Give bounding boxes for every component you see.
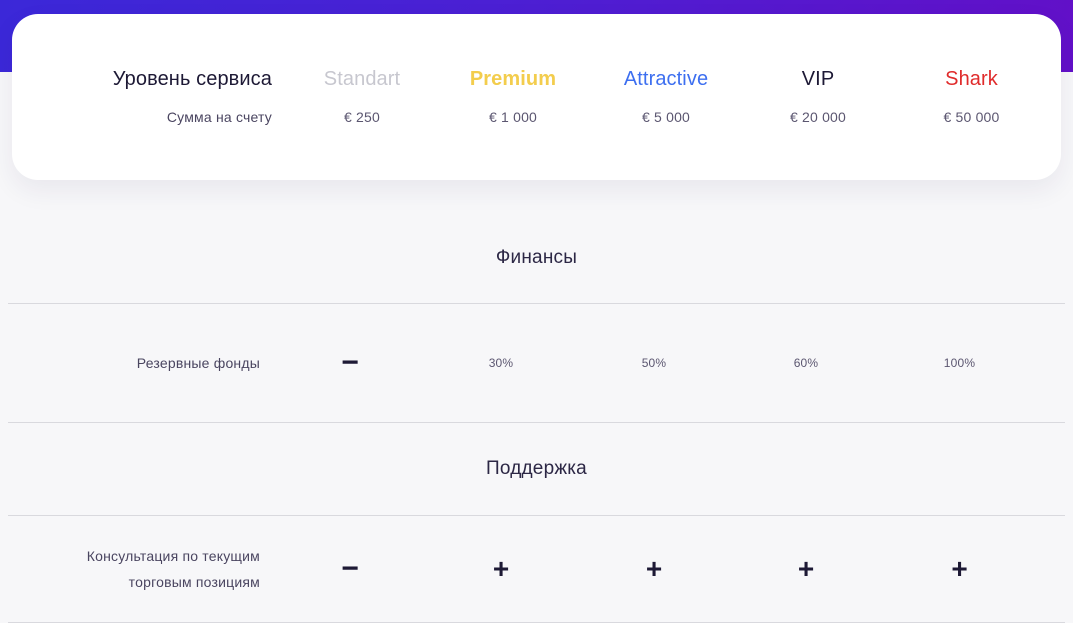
section-title-finance: Финансы (495, 247, 578, 268)
cell-consult-premium: + (424, 555, 578, 583)
row-label-consultation: Консультация по текущим торговым позиция… (0, 543, 276, 595)
row-label-line-1: Консультация по текущим (86, 548, 260, 564)
plan-amount-premium: € 1 000 (488, 109, 538, 125)
table-row: Консультация по текущим торговым позиция… (0, 516, 1073, 622)
plan-column-attractive[interactable]: Attractive € 5 000 (590, 66, 742, 127)
cell-consult-vip: + (730, 555, 882, 583)
cell-reserve-attractive: 50% (578, 354, 730, 372)
value-text: 30% (488, 356, 514, 370)
plan-name-vip: VIP (801, 68, 835, 90)
balance-label: Сумма на счету (166, 109, 272, 125)
plus-icon: + (951, 553, 968, 584)
plan-column-shark[interactable]: Shark € 50 000 (894, 66, 1049, 127)
plan-name-attractive: Attractive (623, 68, 709, 90)
cell-consult-shark: + (882, 555, 1037, 583)
cell-reserve-vip: 60% (730, 354, 882, 372)
minus-icon: − (341, 552, 359, 585)
plans-header-card: Уровень сервиса Сумма на счету Standart … (12, 14, 1061, 180)
cell-reserve-standart: − (276, 348, 424, 378)
plan-name-standart: Standart (323, 68, 401, 90)
cell-reserve-premium: 30% (424, 354, 578, 372)
plan-amount-vip: € 20 000 (789, 109, 847, 125)
plus-icon: + (645, 553, 663, 584)
plus-icon: + (492, 553, 510, 584)
tier-label: Уровень сервиса (112, 68, 272, 90)
value-text: 50% (641, 356, 667, 370)
cell-consult-standart: − (276, 554, 424, 584)
plan-column-standart[interactable]: Standart € 250 (288, 66, 436, 127)
cell-reserve-shark: 100% (882, 354, 1037, 372)
plan-name-premium: Premium (469, 68, 557, 90)
row-label-line-2: торговым позициям (128, 574, 260, 590)
minus-icon: − (341, 346, 359, 379)
value-text: 100% (943, 356, 976, 370)
row-label-reserve-funds: Резервные фонды (136, 355, 260, 371)
section-title-support: Поддержка (486, 458, 587, 479)
plan-column-vip[interactable]: VIP € 20 000 (742, 66, 894, 127)
plan-column-premium[interactable]: Premium € 1 000 (436, 66, 590, 127)
value-text: 60% (793, 356, 819, 370)
plus-icon: + (797, 553, 815, 584)
cell-consult-attractive: + (578, 555, 730, 583)
table-row: Резервные фонды − 30% 50% 60% 100% (0, 304, 1073, 422)
plans-grid: Уровень сервиса Сумма на счету Standart … (12, 66, 1061, 127)
plan-amount-standart: € 250 (343, 109, 381, 125)
section-title-support-wrap: Поддержка (0, 423, 1073, 515)
comparison-table: Финансы Резервные фонды − 30% 50% 60% 10… (0, 180, 1073, 623)
plans-row-labels: Уровень сервиса Сумма на счету (12, 66, 288, 127)
plan-amount-shark: € 50 000 (943, 109, 1000, 125)
plan-amount-attractive: € 5 000 (641, 109, 691, 125)
plan-name-shark: Shark (945, 68, 998, 90)
